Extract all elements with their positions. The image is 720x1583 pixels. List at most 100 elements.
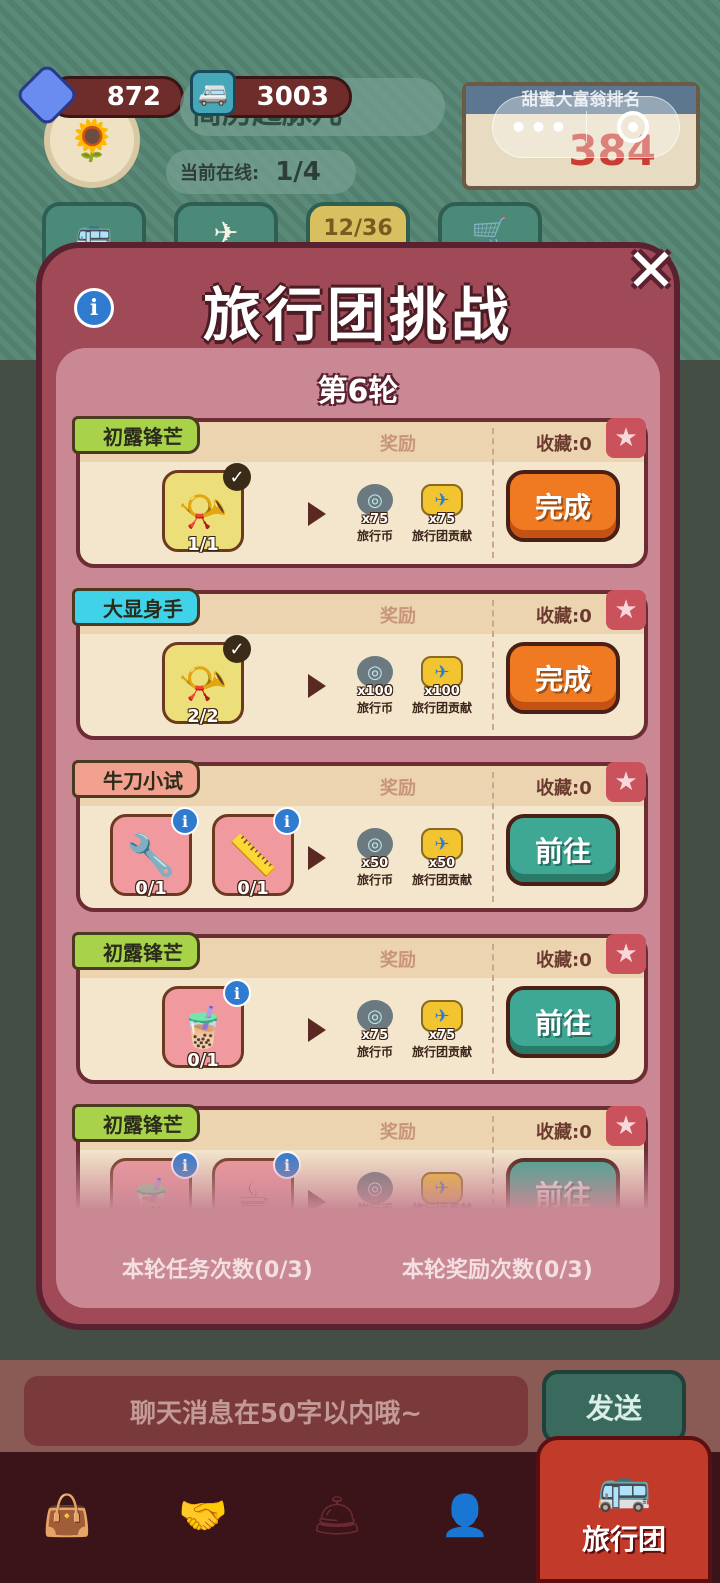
arrow-right-icon	[308, 846, 326, 870]
task-item[interactable]: 📯 2/2 ✓	[162, 635, 251, 727]
task-item[interactable]: 📏 0/1 i	[212, 807, 301, 899]
contrib-reward-qty: x100	[424, 684, 460, 699]
go-button[interactable]: 前往	[506, 814, 620, 886]
horn-icon: 📯	[178, 488, 228, 535]
reward-header: 奖励	[380, 1122, 416, 1143]
close-mini-program-button[interactable]	[587, 111, 679, 143]
contrib-reward-qty: x75	[428, 1028, 456, 1043]
contrib-reward-qty: x75	[428, 512, 456, 527]
item-progress: 0/1	[135, 878, 167, 899]
task-card: 大显身手 奖励 收藏:0 ★ 📯 2/2 ✓ ◎ x100 旅行币 ✈ x100 旅行团贡献 完成	[72, 588, 648, 740]
info-icon[interactable]: i	[171, 807, 199, 835]
item-progress: 0/1	[237, 878, 269, 899]
item-progress: 2/2	[187, 706, 219, 727]
nav-travel-group-label: 旅行团	[581, 1522, 666, 1556]
favorites-count: 收藏:0	[536, 950, 592, 971]
task-count-label: 本轮任务次数(0/3)	[122, 1258, 313, 1283]
task-divider	[492, 600, 494, 730]
nav-bus-icon: 🚌	[596, 1462, 652, 1514]
task-divider	[492, 428, 494, 558]
task-divider	[492, 944, 494, 1074]
travel-challenge-modal: 旅行团挑战 i 第6轮 初露锋芒 奖励 收藏:0 ★ 📯 1/1 ✓ ◎ x75 旅行币 ✈ x75 旅…	[36, 242, 680, 1330]
task-card: 初露锋芒 奖励 收藏:0 ★ 📯 1/1 ✓ ◎ x75 旅行币 ✈ x75 旅行团贡献 完成	[72, 416, 648, 568]
nav-shop-bag-icon[interactable]: 👜	[22, 1470, 112, 1560]
star-icon[interactable]: ★	[606, 934, 646, 974]
star-icon[interactable]: ★	[606, 762, 646, 802]
target-icon	[616, 111, 649, 143]
online-label: 当前在线:	[180, 163, 260, 184]
close-icon[interactable]: ✕	[620, 236, 682, 306]
modal-title: 旅行团挑战	[202, 281, 513, 349]
reward-header: 奖励	[380, 950, 416, 971]
contrib-reward-name: 旅行团贡献	[411, 1045, 472, 1059]
contrib-reward-name: 旅行团贡献	[411, 529, 472, 543]
item-progress: 1/1	[187, 534, 219, 555]
arrow-right-icon	[308, 674, 326, 698]
complete-button[interactable]: 完成	[506, 642, 620, 714]
contrib-reward-name: 旅行团贡献	[411, 873, 472, 887]
chat-placeholder: 聊天消息在50字以内哦~	[130, 1398, 422, 1429]
favorites-count: 收藏:0	[536, 434, 592, 455]
nav-travel-group[interactable]: 🚌 旅行团	[536, 1436, 712, 1583]
coin-count: 3003	[256, 82, 329, 112]
task-difficulty-tag: 初露锋芒	[72, 416, 200, 454]
nav-handshake-icon[interactable]: 🤝	[158, 1470, 248, 1560]
gem-count: 872	[106, 82, 161, 112]
task-difficulty-tag: 牛刀小试	[72, 760, 200, 798]
task-item[interactable]: 🧋 0/1 i	[162, 979, 251, 1071]
mini-program-capsule: •••	[492, 96, 680, 158]
arrow-right-icon	[308, 502, 326, 526]
favorites-count: 收藏:0	[536, 1122, 592, 1143]
star-icon[interactable]: ★	[606, 590, 646, 630]
check-icon: ✓	[223, 463, 251, 491]
task-card: 牛刀小试 奖励 收藏:0 ★ 🔧 0/1 i 📏 0/1 i ◎ x50 旅行币 ✈ x50 旅行团贡献 前往	[72, 760, 648, 912]
nav-profile-icon[interactable]: 👤	[420, 1470, 510, 1560]
contrib-reward-qty: x50	[428, 856, 456, 871]
wrench-icon: 🔧	[126, 832, 176, 879]
contrib-reward: ✈ x75 旅行团贡献	[400, 484, 484, 544]
contrib-reward: ✈ x75 旅行团贡献	[400, 1000, 484, 1060]
task-item[interactable]: 📯 1/1 ✓	[162, 463, 251, 555]
item-progress: 0/1	[187, 1050, 219, 1071]
reward-header: 奖励	[380, 778, 416, 799]
go-button[interactable]: 前往	[506, 986, 620, 1058]
horn-icon: 📯	[178, 660, 228, 707]
list-fade	[72, 1150, 652, 1210]
info-icon[interactable]: i	[223, 979, 251, 1007]
online-status: 当前在线: 1/4	[166, 150, 356, 194]
bubble-tea-icon: 🧋	[178, 1004, 228, 1051]
arrow-right-icon	[308, 1018, 326, 1042]
online-value: 1/4	[275, 157, 321, 187]
sunflower-icon: 🌻	[67, 117, 117, 164]
nav-service-bell-icon[interactable]: 🛎	[292, 1470, 382, 1560]
send-button[interactable]: 发送	[542, 1370, 686, 1444]
contrib-reward: ✈ x50 旅行团贡献	[400, 828, 484, 888]
star-icon[interactable]: ★	[606, 1106, 646, 1146]
send-label: 发送	[585, 1392, 642, 1425]
reward-header: 奖励	[380, 606, 416, 627]
task-difficulty-tag: 大显身手	[72, 588, 200, 626]
reward-count-label: 本轮奖励次数(0/3)	[402, 1258, 593, 1283]
favorites-count: 收藏:0	[536, 606, 592, 627]
info-icon[interactable]: i	[273, 807, 301, 835]
task-difficulty-tag: 初露锋芒	[72, 1104, 200, 1142]
task-divider	[492, 772, 494, 902]
contrib-reward-name: 旅行团贡献	[411, 701, 472, 715]
chat-input[interactable]: 聊天消息在50字以内哦~	[24, 1376, 528, 1446]
task-item[interactable]: 🔧 0/1 i	[110, 807, 199, 899]
star-icon[interactable]: ★	[606, 418, 646, 458]
more-menu-button[interactable]: •••	[493, 111, 586, 144]
bus-coin-icon: 🚐	[190, 70, 236, 116]
favorites-count: 收藏:0	[536, 778, 592, 799]
task-card: 初露锋芒 奖励 收藏:0 ★ 🧋 0/1 i ◎ x75 旅行币 ✈ x75 旅行团贡献 前往	[72, 932, 648, 1084]
contrib-reward: ✈ x100 旅行团贡献	[400, 656, 484, 716]
complete-button[interactable]: 完成	[506, 470, 620, 542]
task-difficulty-tag: 初露锋芒	[72, 932, 200, 970]
round-label: 第6轮	[317, 374, 399, 409]
ruler-icon: 📏	[228, 832, 278, 879]
check-icon: ✓	[223, 635, 251, 663]
reward-header: 奖励	[380, 434, 416, 455]
level-badge-text: 12/36	[323, 216, 393, 241]
task-list[interactable]: 初露锋芒 奖励 收藏:0 ★ 📯 1/1 ✓ ◎ x75 旅行币 ✈ x75 旅行团贡献 完成 大显身手 奖励…	[72, 410, 652, 1210]
info-icon[interactable]: i	[74, 288, 114, 328]
